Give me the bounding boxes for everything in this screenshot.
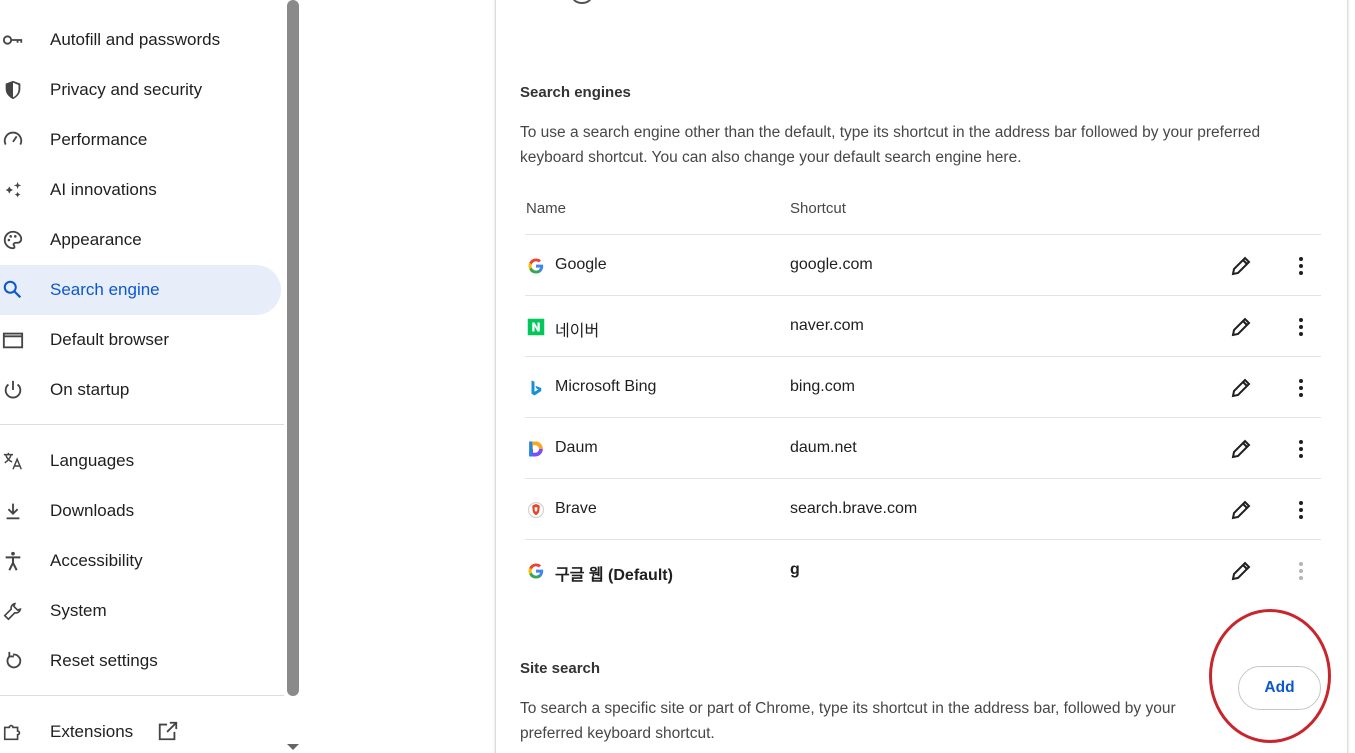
shield-icon [0,77,26,103]
translate-icon [0,448,26,474]
google-icon [527,562,545,580]
speedometer-icon [0,127,26,153]
edit-pencil-icon[interactable] [1229,559,1253,583]
sidebar-item-performance[interactable]: Performance [0,115,281,165]
sidebar-item-on-startup[interactable]: On startup [0,365,281,415]
palette-icon [0,227,26,253]
engine-name: Daum [555,439,598,456]
brave-icon [527,501,545,519]
sidebar-scrollbar-thumb[interactable] [287,0,299,696]
puzzle-icon [0,719,26,745]
table-row: Brave search.brave.com [525,480,1321,540]
table-row-default: 구글 웹 (Default) g [525,541,1321,601]
google-icon [527,257,545,275]
sidebar-item-default-browser[interactable]: Default browser [0,315,281,365]
more-options-icon[interactable] [1289,498,1313,522]
row-divider [525,539,1321,540]
search-engines-title: Search engines [520,84,631,101]
edit-pencil-icon[interactable] [1229,315,1253,339]
search-engines-description: To use a search engine other than the de… [520,124,1261,166]
engine-shortcut: google.com [790,256,873,273]
engine-name: 구글 웹 (Default) [555,567,673,584]
reset-icon [0,648,26,674]
site-search-title: Site search [520,660,601,677]
sidebar-item-appearance[interactable]: Appearance [0,215,281,265]
daum-icon [527,440,545,458]
engine-name: Microsoft Bing [555,378,657,395]
download-icon [0,498,26,524]
open-in-new-icon[interactable] [157,720,179,742]
sidebar-item-label: Privacy and security [50,80,203,99]
engine-shortcut: search.brave.com [790,500,918,517]
column-header-name: Name [526,200,567,217]
sidebar-item-downloads[interactable]: Downloads [0,486,281,536]
sidebar-item-search-engine[interactable]: Search engine [0,265,281,315]
sidebar-item-label: Autofill and passwords [50,30,221,49]
sparkle-icon [0,177,26,203]
row-divider [525,417,1321,418]
more-options-icon[interactable] [1289,437,1313,461]
settings-sidebar: Autofill and passwords Privacy and secur… [0,0,286,753]
table-row: Google google.com [525,236,1321,296]
sidebar-item-label: System [50,601,107,620]
sidebar-item-system[interactable]: System [0,586,281,636]
sidebar-item-label: AI innovations [50,180,157,199]
engine-shortcut: naver.com [790,317,864,334]
row-divider [525,295,1321,296]
engine-shortcut: daum.net [790,439,857,456]
add-site-search-button[interactable]: Add [1238,666,1321,710]
more-options-icon[interactable] [1289,376,1313,400]
sidebar-item-ai-innovations[interactable]: AI innovations [0,165,281,215]
scroll-down-arrow[interactable] [287,744,299,750]
table-row: 네이버 naver.com [525,297,1321,357]
table-row: Microsoft Bing bing.com [525,358,1321,418]
engine-shortcut: g [790,561,800,578]
sidebar-item-label: Default browser [50,330,170,349]
edit-pencil-icon[interactable] [1229,376,1253,400]
column-header-shortcut: Shortcut [790,200,846,217]
sidebar-item-label: On startup [50,380,130,399]
sidebar-item-label: Appearance [50,230,142,249]
sidebar-item-extensions[interactable]: Extensions [0,707,281,753]
accessibility-icon [0,548,26,574]
browser-window-icon [0,327,26,353]
engine-name: 네이버 [555,323,600,340]
edit-pencil-icon[interactable] [1229,254,1253,278]
power-icon [0,377,26,403]
bing-icon [527,379,545,397]
more-options-icon[interactable] [1289,254,1313,278]
row-divider [525,478,1321,479]
sidebar-item-privacy[interactable]: Privacy and security [0,65,281,115]
sidebar-item-reset-settings[interactable]: Reset settings [0,636,281,686]
sidebar-item-label: Languages [50,451,135,470]
sidebar-item-label: Extensions [50,722,134,741]
site-search-description: To search a specific site or part of Chr… [520,700,1176,742]
row-divider [525,356,1321,357]
sidebar-item-autofill[interactable]: Autofill and passwords [0,15,281,65]
sidebar-item-languages[interactable]: Languages [0,436,281,486]
sidebar-item-label: Downloads [50,501,135,520]
more-options-icon [1289,559,1313,583]
engine-shortcut: bing.com [790,378,855,395]
engine-name: Brave [555,500,597,517]
sidebar-item-label: Reset settings [50,651,158,670]
wrench-icon [0,598,26,624]
table-row: Daum daum.net [525,419,1321,479]
edit-pencil-icon[interactable] [1229,437,1253,461]
naver-icon [527,318,545,336]
sidebar-divider [0,695,284,696]
sidebar-item-label: Accessibility [50,551,143,570]
more-options-icon[interactable] [1289,315,1313,339]
sidebar-item-label: Search engine [50,280,160,299]
sidebar-item-label: Performance [50,130,148,149]
key-icon [0,27,26,53]
search-icon [0,277,26,303]
row-divider [525,234,1321,235]
sidebar-item-accessibility[interactable]: Accessibility [0,536,281,586]
sidebar-divider [0,424,284,425]
edit-pencil-icon[interactable] [1229,498,1253,522]
engine-name: Google [555,256,607,273]
